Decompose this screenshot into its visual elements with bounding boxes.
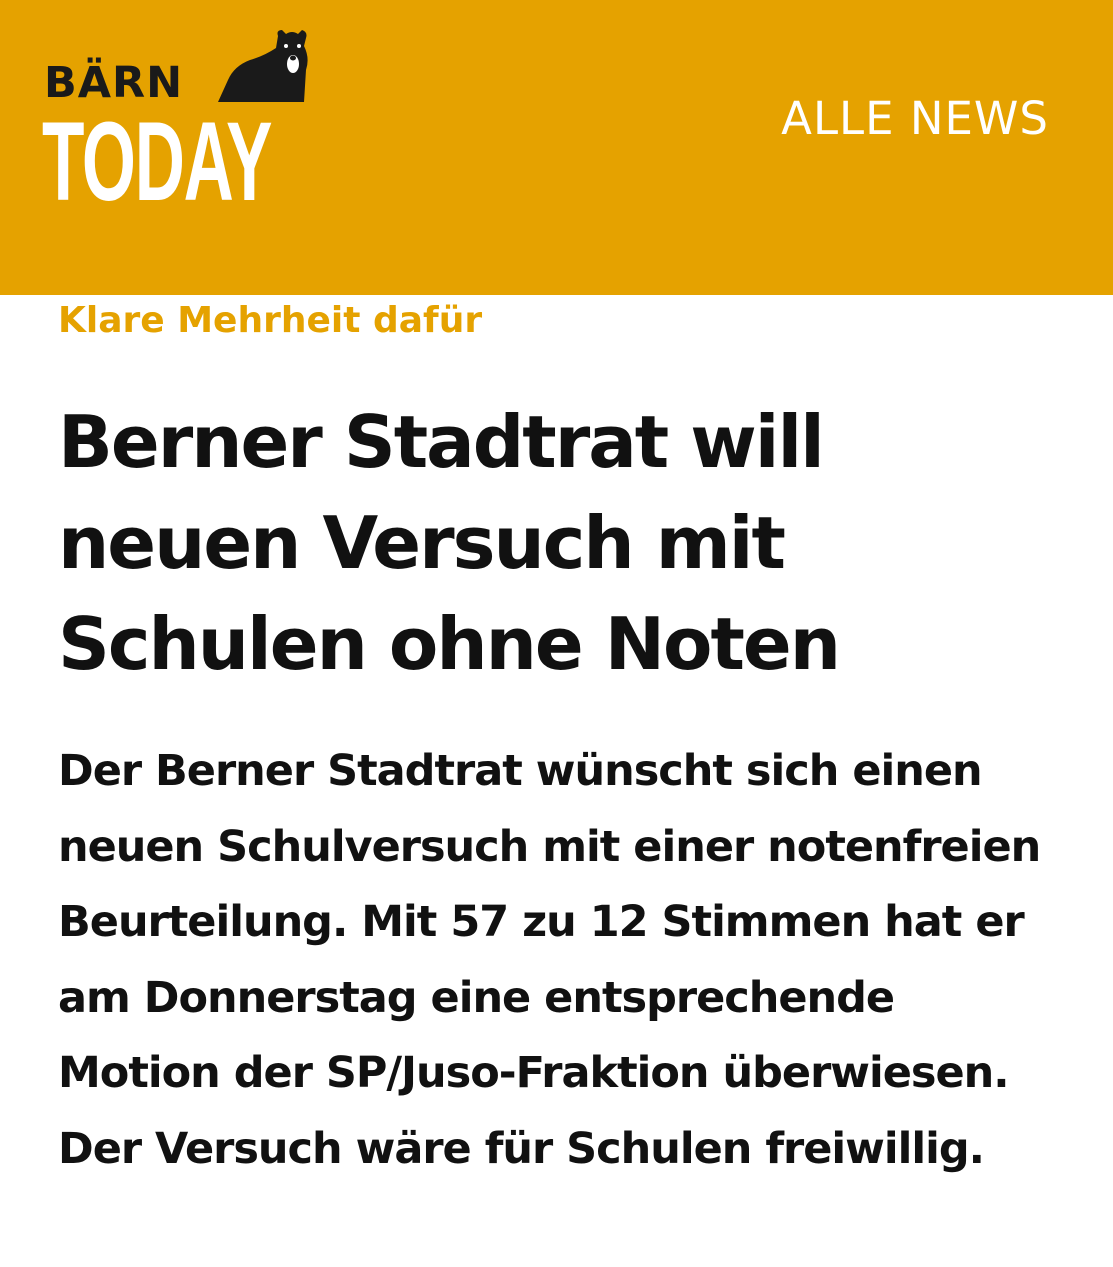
site-logo[interactable]: BÄRN TODAY [42,20,322,220]
logo-text-today: TODAY [42,99,272,224]
site-header: BÄRN TODAY ALLE NEWS [0,0,1113,295]
bear-icon [218,30,308,102]
article-lead: Der Berner Stadtrat wünscht sich einen n… [58,746,1041,1174]
article-kicker: Klare Mehrheit dafür [58,300,483,341]
all-news-link[interactable]: ALLE NEWS [781,92,1049,145]
article-headline: Berner Stadtrat will neuen Versuch mit S… [58,400,841,686]
